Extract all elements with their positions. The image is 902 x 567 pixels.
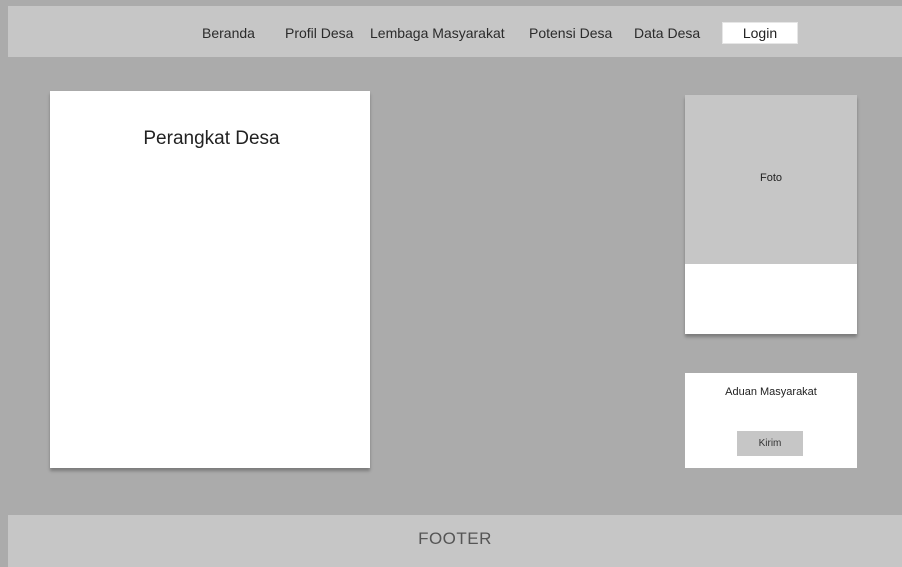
photo-card: Foto xyxy=(685,95,857,334)
footer-text: FOOTER xyxy=(418,529,492,548)
nav-link-lembaga-masyarakat[interactable]: Lembaga Masyarakat xyxy=(370,26,505,40)
photo-label: Foto xyxy=(759,172,782,184)
complaint-card: Aduan Masyarakat Kirim xyxy=(685,373,857,468)
nav-link-profil-desa[interactable]: Profil Desa xyxy=(285,26,353,40)
submit-complaint-button[interactable]: Kirim xyxy=(737,431,803,456)
login-button[interactable]: Login xyxy=(722,22,798,44)
perangkat-desa-title: Perangkat Desa xyxy=(143,128,280,149)
nav-link-potensi-desa[interactable]: Potensi Desa xyxy=(529,26,612,40)
nav-link-beranda[interactable]: Beranda xyxy=(202,26,255,40)
footer: FOOTER xyxy=(8,515,902,567)
complaint-title: Aduan Masyarakat xyxy=(725,386,817,398)
nav-link-data-desa[interactable]: Data Desa xyxy=(634,26,700,40)
